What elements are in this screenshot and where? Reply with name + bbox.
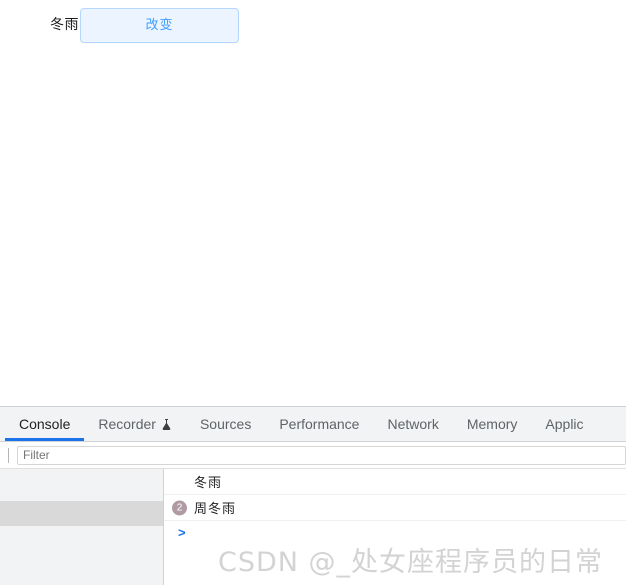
console-toolbar xyxy=(0,442,626,469)
tab-memory[interactable]: Memory xyxy=(453,407,532,441)
tab-performance[interactable]: Performance xyxy=(265,407,373,441)
toolbar-divider xyxy=(8,447,9,463)
tab-application[interactable]: Applic xyxy=(531,407,597,441)
tab-recorder[interactable]: Recorder xyxy=(84,407,186,441)
change-button[interactable]: 改变 xyxy=(80,8,239,43)
tab-console-label: Console xyxy=(19,416,71,432)
tab-sources[interactable]: Sources xyxy=(186,407,265,441)
console-prompt-arrow-icon: > xyxy=(178,525,186,540)
tab-memory-label: Memory xyxy=(466,416,518,432)
devtools-panel: Console Recorder Sources Performance Net… xyxy=(0,406,626,586)
page-viewport: 冬雨 改变 xyxy=(0,0,626,406)
tab-sources-label: Sources xyxy=(199,416,252,432)
console-message-text: 周冬雨 xyxy=(194,502,237,517)
tab-application-label: Applic xyxy=(545,416,584,432)
filter-input[interactable] xyxy=(17,445,626,465)
console-sidebar[interactable] xyxy=(0,469,164,585)
flask-icon xyxy=(161,418,172,431)
console-message[interactable]: 冬雨 xyxy=(164,469,626,495)
devtools-tabbar: Console Recorder Sources Performance Net… xyxy=(0,407,626,442)
tab-recorder-label: Recorder xyxy=(98,416,156,432)
console-sidebar-selected-row[interactable] xyxy=(0,501,163,526)
tab-network-label: Network xyxy=(387,416,439,432)
tab-console[interactable]: Console xyxy=(5,407,85,441)
console-message-text: 冬雨 xyxy=(194,476,223,491)
tab-performance-label: Performance xyxy=(279,416,360,432)
console-prompt-input[interactable] xyxy=(186,525,626,541)
console-message[interactable]: 2 周冬雨 xyxy=(164,495,626,521)
tab-network[interactable]: Network xyxy=(373,407,452,441)
console-message-list: 冬雨 2 周冬雨 > xyxy=(164,469,626,585)
console-message-count-badge: 2 xyxy=(172,500,187,515)
page-label-text: 冬雨 xyxy=(50,17,79,33)
console-body: 冬雨 2 周冬雨 > xyxy=(0,469,626,585)
console-prompt-row[interactable]: > xyxy=(164,521,626,545)
